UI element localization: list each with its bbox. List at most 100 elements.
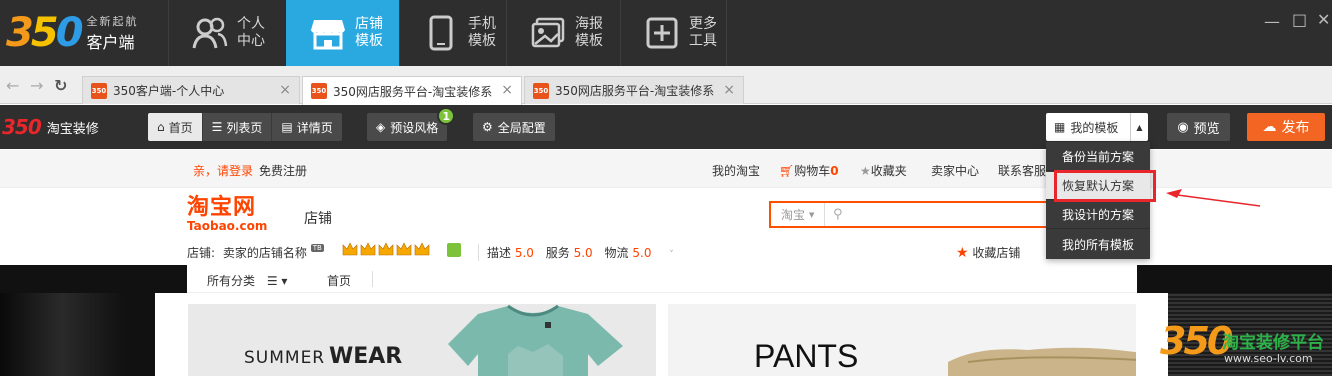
tab-home-page-label: 首页 (168, 120, 193, 135)
watermark-number: 350 (1160, 319, 1233, 363)
preset-style-button[interactable]: ◈ 预设风格 1 (367, 107, 456, 141)
crown-rating (342, 241, 434, 260)
phone-icon (422, 14, 460, 52)
seller-center-link[interactable]: 卖家中心 (931, 162, 979, 179)
register-link[interactable]: 免费注册 (259, 162, 307, 179)
category-home-link[interactable]: 首页 (327, 272, 351, 289)
taobao-logo[interactable]: 淘宝网 Taobao.com (187, 195, 268, 233)
publish-button[interactable]: ☁ 发布 (1247, 113, 1325, 141)
rating-label: 物流 (604, 246, 629, 260)
consumer-protection-icon (447, 243, 461, 257)
refresh-icon[interactable]: ↻ (54, 76, 67, 95)
search-scope-select[interactable]: 淘宝 ▼ (771, 203, 825, 226)
tab-detail-page[interactable]: ▤ 详情页 (272, 113, 341, 141)
my-templates-main[interactable]: ▦ 我的模板 (1046, 113, 1130, 141)
nav-store-templates[interactable]: 店铺模板 (286, 0, 399, 66)
contact-link[interactable]: 联系客服 (998, 162, 1046, 179)
menu-item-backup-plan[interactable]: 备份当前方案 (1046, 143, 1150, 171)
watermark-url: www.seo-lv.com (1224, 352, 1313, 365)
preview-button[interactable]: ◉ 预览 (1167, 113, 1230, 141)
tab-list-page[interactable]: ☰ 列表页 (203, 113, 273, 141)
nav-poster-templates[interactable]: 海报模板 (506, 0, 620, 66)
banner-title: PANTS (754, 338, 859, 374)
template-icon: ▦ (1054, 120, 1066, 134)
tab-title: 350网店服务平台-淘宝装修系 (333, 84, 493, 99)
page-background-left-image (0, 293, 155, 376)
maximize-icon[interactable]: □ (1292, 10, 1307, 29)
banner-title-a: SUMMER (244, 348, 326, 368)
taobao-logo-cn: 淘宝网 (187, 195, 257, 220)
tab-home-page[interactable]: ⌂ 首页 (148, 113, 203, 141)
category-nav: 所有分类 ☰ ▾ 首页 (187, 265, 1137, 293)
favorite-store-link[interactable]: ★ 收藏店铺 (956, 244, 1020, 261)
all-categories-menu[interactable]: 所有分类 ☰ ▾ (207, 272, 287, 289)
star-icon: ★ (956, 245, 969, 261)
pants-banner[interactable]: PANTS (668, 304, 1136, 376)
close-icon[interactable]: ✕ (1317, 10, 1330, 29)
cart-count: 0 (830, 164, 839, 178)
cart-icon: 🛒︎ (779, 164, 795, 178)
forward-arrow-icon[interactable]: → (30, 76, 43, 95)
tab-detail-page-label: 详情页 (296, 120, 333, 135)
chevron-up-icon[interactable]: ▲ (1130, 113, 1148, 141)
rating-value: 5.0 (514, 246, 534, 260)
pants-image (948, 347, 1136, 376)
banner-title-b: WEAR (328, 344, 403, 369)
app-logo: 350 全新起航 客户端 (0, 0, 168, 66)
rating-value: 5.0 (573, 246, 593, 260)
browser-tab[interactable]: 350 350网店服务平台-淘宝装修系 × (524, 76, 744, 104)
annotation-arrow (1166, 189, 1261, 207)
tab-favicon: 350 (533, 82, 549, 99)
watermark-title: 淘宝装修平台 (1222, 333, 1324, 353)
search-scope-label: 淘宝 (781, 208, 806, 222)
tab-close-icon[interactable]: × (279, 82, 291, 98)
list-icon: ☰ ▾ (266, 274, 288, 288)
store-label: 店铺: (187, 246, 216, 260)
global-config-label: 全局配置 (497, 120, 546, 135)
chevron-down-icon: ▼ (809, 210, 815, 219)
tab-favicon: 350 (311, 83, 327, 99)
detail-icon: ▤ (281, 120, 293, 134)
tab-close-icon[interactable]: × (723, 82, 735, 98)
store-name[interactable]: 卖家的店铺名称 (223, 246, 307, 260)
app-title-bar: 350 全新起航 客户端 个人中心 店铺模板 手机模板 海报模板 更多工具 — … (0, 0, 1332, 66)
cart-link[interactable]: 🛒︎购物车0 (779, 162, 839, 179)
crown-icon (342, 242, 430, 256)
paint-bucket-icon: ◈ (376, 120, 386, 134)
favorites-label: 收藏夹 (870, 164, 907, 178)
poster-icon (529, 14, 567, 52)
minimize-icon[interactable]: — (1264, 12, 1280, 31)
back-arrow-icon[interactable]: ← (6, 76, 19, 95)
my-taobao-link[interactable]: 我的淘宝 (712, 162, 760, 179)
star-icon: ★ (860, 164, 871, 178)
taobao-logo-en: Taobao.com (187, 219, 268, 233)
cloud-upload-icon: ☁ (1262, 119, 1277, 135)
rating-label: 描述 (487, 246, 512, 260)
global-config-button[interactable]: ⚙ 全局配置 (473, 113, 555, 141)
user-icon (191, 14, 229, 52)
nav-personal-center[interactable]: 个人中心 (168, 0, 286, 66)
login-link[interactable]: 亲，请登录 (193, 162, 253, 179)
publish-label: 发布 (1281, 120, 1310, 136)
tab-favicon: 350 (91, 82, 107, 99)
editor-logo-number: 350 (2, 115, 42, 139)
tab-title: 350网店服务平台-淘宝装修系 (555, 84, 715, 98)
config-icon: ⚙ (482, 120, 493, 134)
tab-close-icon[interactable]: × (501, 82, 513, 98)
nav-mobile-templates[interactable]: 手机模板 (399, 0, 506, 66)
chevron-down-icon[interactable]: ˅ (669, 250, 674, 260)
nav-store-templates-label: 店铺模板 (355, 16, 383, 49)
browser-tab[interactable]: 350 350客户端-个人中心 × (82, 76, 300, 104)
summer-wear-banner[interactable]: SUMMER WEAR (188, 304, 656, 376)
favorites-link[interactable]: ★收藏夹 (860, 162, 907, 179)
eye-icon: ◉ (1177, 119, 1189, 135)
nav-more-tools[interactable]: 更多工具 (620, 0, 727, 66)
browser-tab-active[interactable]: 350 350网店服务平台-淘宝装修系 × (302, 76, 522, 105)
my-templates-button[interactable]: ▦ 我的模板 ▲ (1046, 113, 1148, 141)
home-icon: ⌂ (157, 120, 165, 134)
app-logo-tagline: 全新起航 (86, 15, 139, 28)
divider (372, 271, 373, 287)
nav-personal-center-label: 个人中心 (237, 16, 265, 49)
menu-item-my-designs[interactable]: 我设计的方案 (1046, 201, 1150, 229)
menu-item-all-templates[interactable]: 我的所有模板 (1046, 230, 1150, 258)
